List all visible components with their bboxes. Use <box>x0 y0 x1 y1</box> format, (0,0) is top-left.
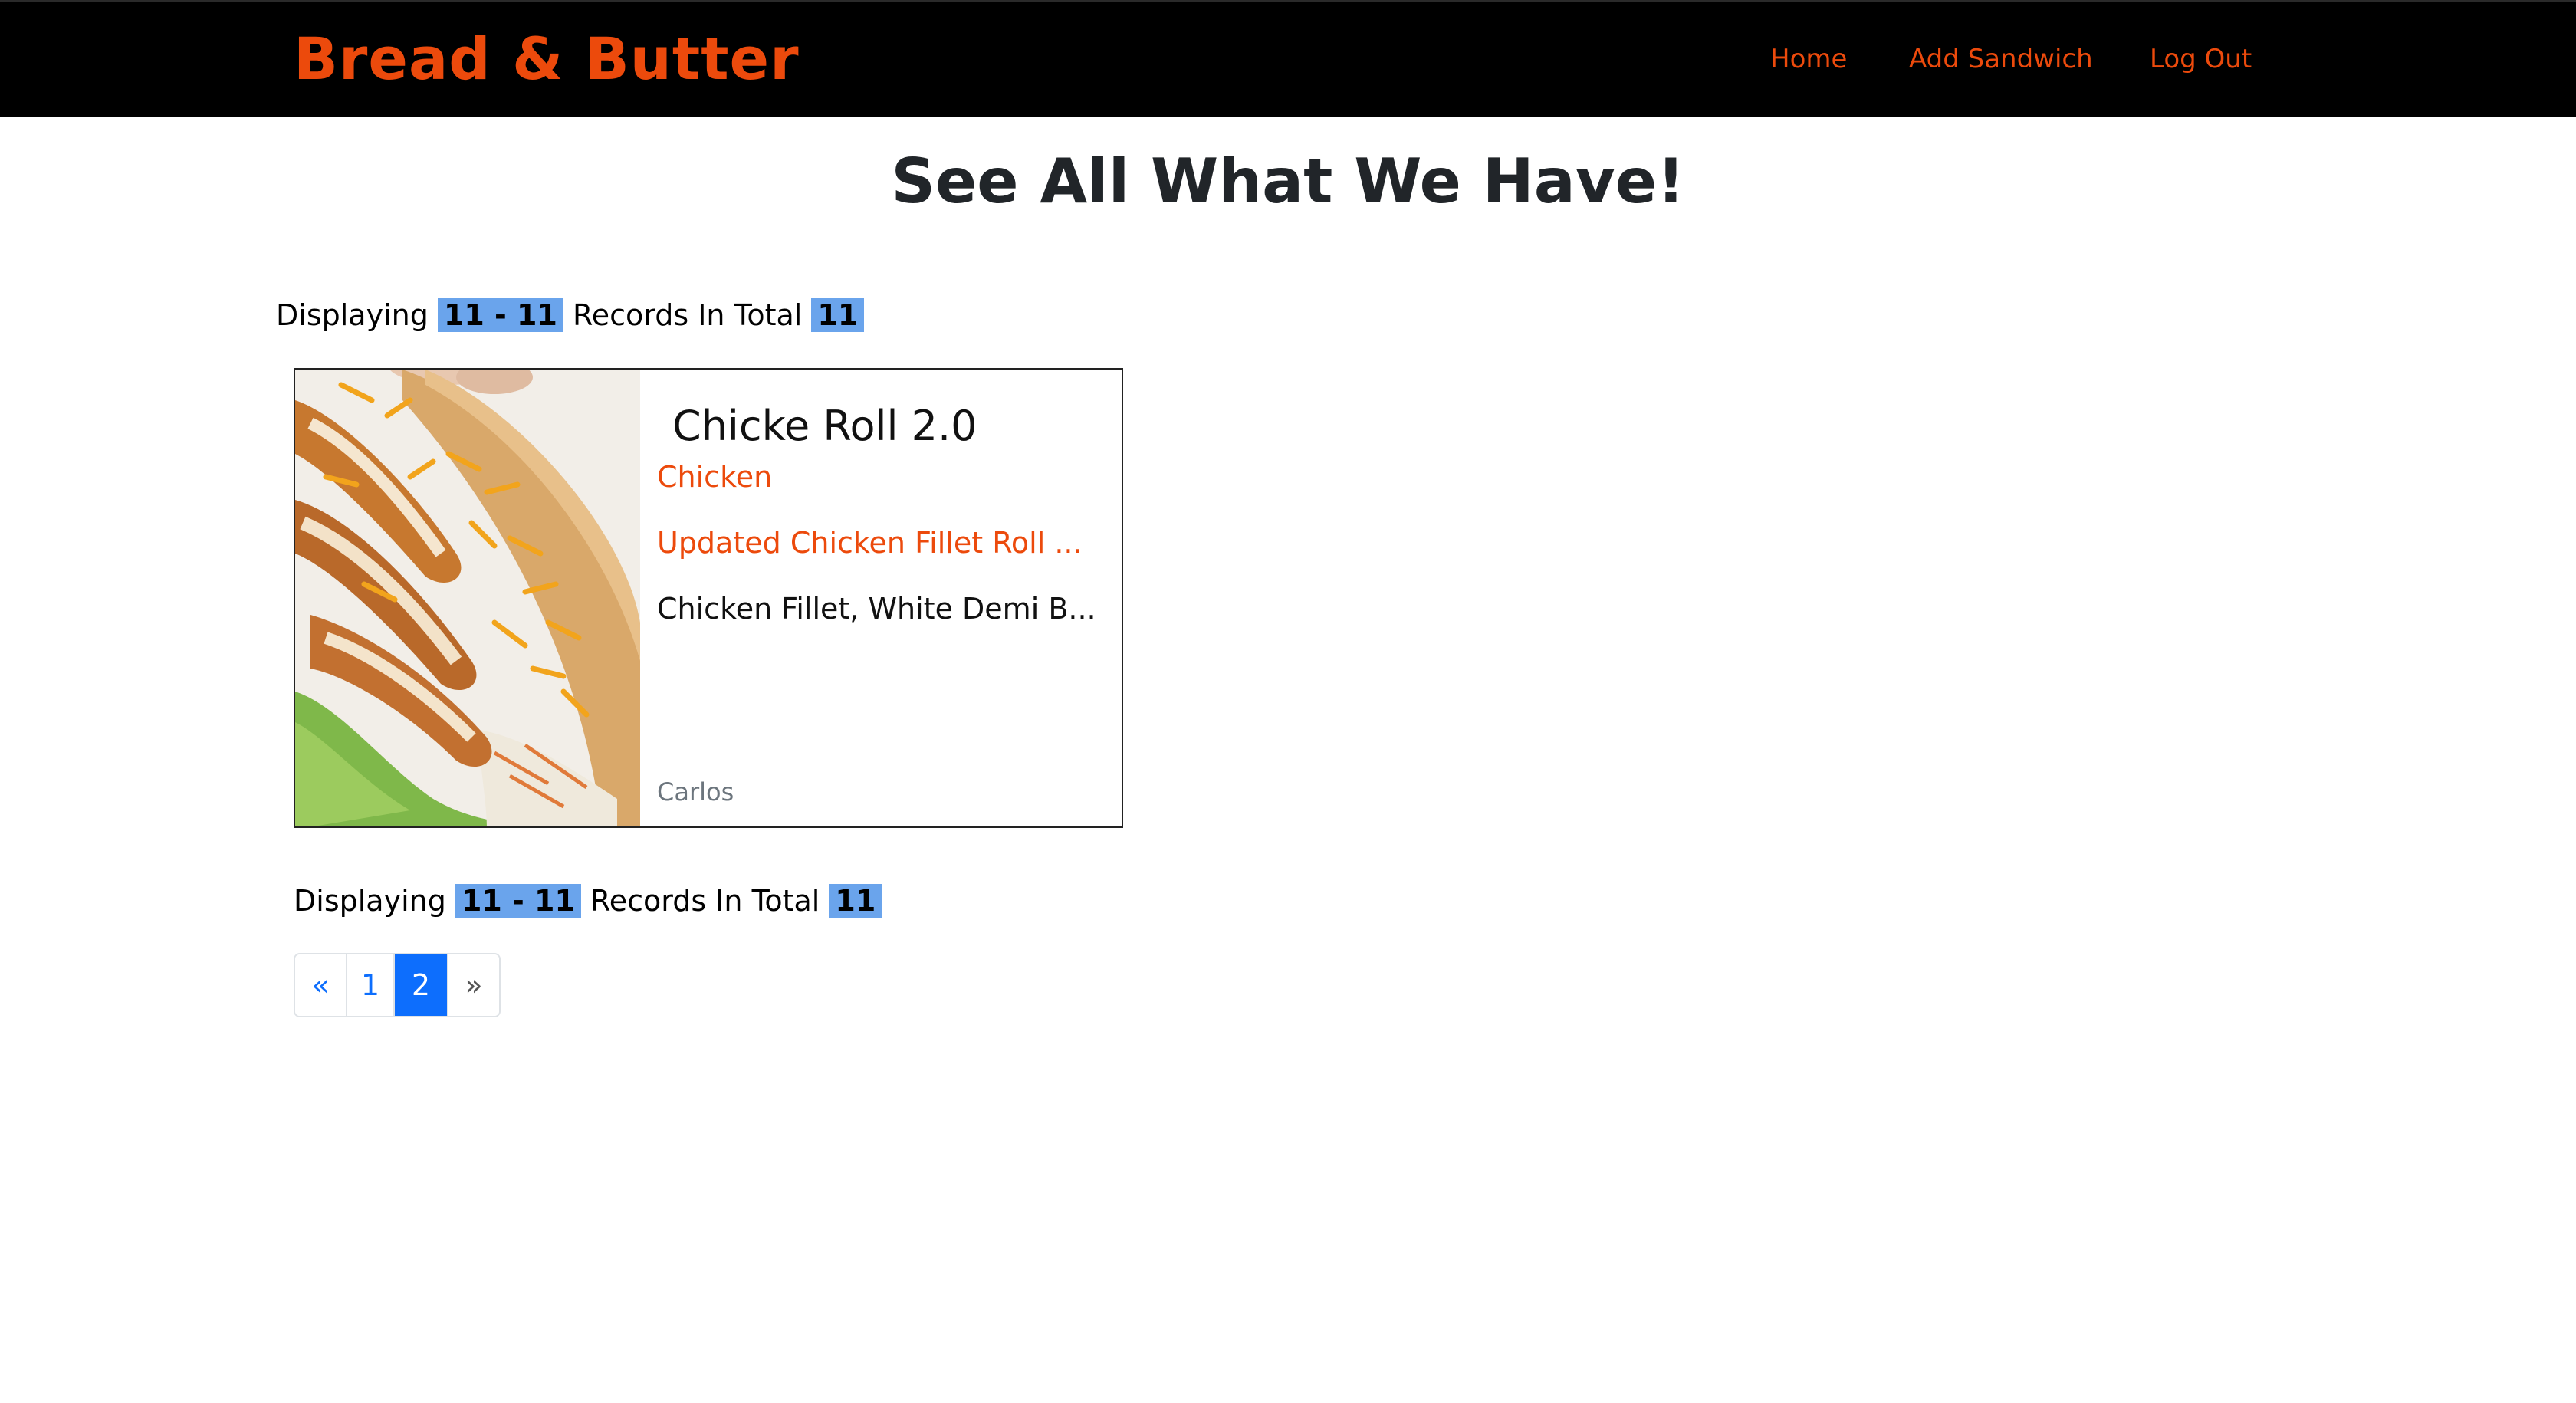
pagination-prev-button[interactable]: « <box>295 955 347 1016</box>
records-middle: Records In Total <box>573 298 803 332</box>
records-middle: Records In Total <box>590 884 820 918</box>
records-prefix: Displaying <box>276 298 429 332</box>
records-total: 11 <box>829 884 882 918</box>
records-prefix: Displaying <box>294 884 446 918</box>
records-summary-bottom: Displaying 11 - 11 Records In Total 11 <box>294 882 882 920</box>
card-description: Updated Chicken Fillet Roll ... <box>657 526 1083 560</box>
pagination: « 1 2 » <box>294 953 501 1017</box>
page-title: See All What We Have! <box>891 146 1685 217</box>
sandwich-card[interactable]: Chicke Roll 2.0 Chicken Updated Chicken … <box>294 368 1123 828</box>
nav-link-add-sandwich[interactable]: Add Sandwich <box>1909 44 2093 74</box>
pagination-page-1[interactable]: 1 <box>347 955 395 1016</box>
card-category: Chicken <box>657 460 773 494</box>
brand-logo-link[interactable]: Bread & Butter <box>294 25 800 93</box>
pagination-page-2-active[interactable]: 2 <box>395 955 449 1016</box>
page: Bread & Butter Home Add Sandwich Log Out… <box>0 0 2576 1403</box>
navbar: Bread & Butter Home Add Sandwich Log Out <box>0 0 2576 117</box>
card-ingredients: Chicken Fillet, White Demi B... <box>657 592 1096 626</box>
card-author: Carlos <box>657 777 734 807</box>
card-title[interactable]: Chicke Roll 2.0 <box>672 402 978 450</box>
records-summary-top: Displaying 11 - 11 Records In Total 11 <box>276 296 865 334</box>
sandwich-image <box>295 370 640 826</box>
card-body: Chicke Roll 2.0 Chicken Updated Chicken … <box>640 370 1122 826</box>
nav-link-home[interactable]: Home <box>1770 44 1847 74</box>
records-range: 11 - 11 <box>455 884 581 918</box>
nav-link-log-out[interactable]: Log Out <box>2150 44 2252 74</box>
pagination-next-button[interactable]: » <box>449 955 499 1016</box>
records-total: 11 <box>811 298 865 332</box>
records-range: 11 - 11 <box>437 298 564 332</box>
sandwich-illustration <box>295 370 640 826</box>
